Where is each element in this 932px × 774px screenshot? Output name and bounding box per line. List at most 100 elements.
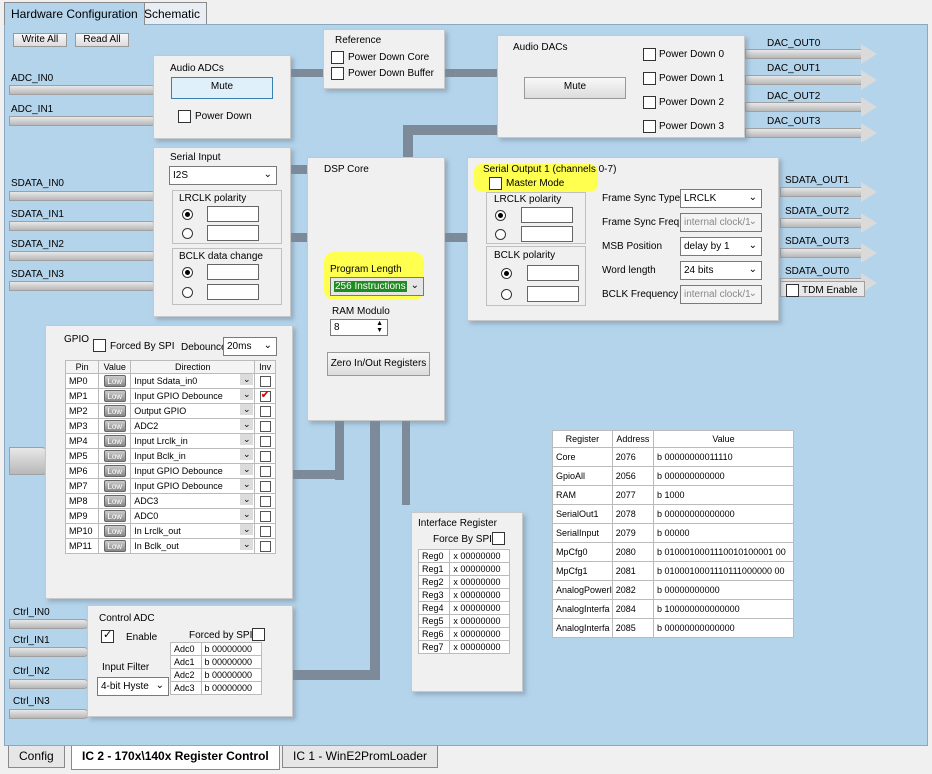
tab-config[interactable]: Config [8, 746, 65, 768]
gpio-inv-checkbox[interactable] [259, 375, 271, 387]
so-bclk-rising-radio[interactable] [501, 289, 512, 300]
reg-name: Reg2 [417, 575, 451, 589]
gpio-inv [254, 523, 276, 539]
interface-force-spi-checkbox[interactable] [492, 532, 505, 545]
ram-modulo-spinner[interactable]: 8 ▲ ▼ [330, 319, 388, 336]
serial-input-format-select[interactable]: I2S ⌄ [169, 166, 277, 185]
gpio-inv-checkbox[interactable] [259, 450, 271, 462]
debounce-select[interactable]: 20ms ⌄ [223, 337, 277, 356]
tdm-enable-checkbox[interactable] [786, 284, 799, 297]
gpio-low-button[interactable]: Low [103, 540, 126, 552]
power-down-buffer-checkbox[interactable] [331, 67, 344, 80]
gpio-low-button[interactable]: Low [103, 390, 126, 402]
dac-power-down-2-checkbox[interactable] [643, 96, 656, 109]
gpio-direction-select[interactable]: Input Lrclk_in ⌄ [130, 433, 256, 449]
gpio-inv [254, 538, 276, 554]
gpio-low-button[interactable]: Low [103, 450, 126, 462]
so-bclk-falling-radio[interactable] [501, 268, 512, 279]
read-all-button[interactable]: Read All [75, 33, 129, 47]
program-length-select[interactable]: 256 Instructions ⌄ [330, 277, 424, 296]
zero-registers-button[interactable]: Zero In/Out Registers [327, 352, 430, 376]
gpio-direction-select[interactable]: Input Sdata_in0 ⌄ [130, 373, 256, 389]
so-field-select[interactable]: delay by 1 ⌄ [680, 237, 762, 256]
adc-power-down-checkbox[interactable] [178, 110, 191, 123]
write-all-button[interactable]: Write All [13, 33, 67, 47]
select-value: 20ms [227, 341, 252, 352]
dac-power-down-1-checkbox[interactable] [643, 72, 656, 85]
power-down-core-checkbox[interactable] [331, 51, 344, 64]
register-name: SerialOut1 [552, 504, 613, 524]
bclk-rising-radio[interactable] [182, 287, 193, 298]
register-value: b 00000000000000 [653, 504, 794, 524]
gpio-direction-select[interactable]: In Bclk_out ⌄ [130, 538, 256, 554]
gpio-forced-spi-checkbox[interactable] [93, 339, 106, 352]
gpio-direction-select[interactable]: Input GPIO Debounce ⌄ [130, 478, 256, 494]
tab-schematic[interactable]: Schematic [137, 2, 208, 24]
gpio-low-button[interactable]: Low [103, 480, 126, 492]
gpio-low-button[interactable]: Low [103, 420, 126, 432]
gpio-direction-select[interactable]: In Lrclk_out ⌄ [130, 523, 256, 539]
lrclk-inverted-radio[interactable] [182, 228, 193, 239]
gpio-low-button[interactable]: Low [103, 525, 126, 537]
gpio-inv-checkbox[interactable] [259, 525, 271, 537]
gpio-inv-checkbox[interactable] [259, 480, 271, 492]
dac-power-down-0-checkbox[interactable] [643, 48, 656, 61]
so-lrclk-inverted-radio[interactable] [495, 229, 506, 240]
reg-name: Reg4 [417, 601, 451, 615]
gpio-direction-select[interactable]: ADC0 ⌄ [130, 508, 256, 524]
tab-hardware-configuration[interactable]: Hardware Configuration [4, 2, 145, 25]
gpio-inv-checkbox[interactable] [259, 405, 271, 417]
ram-modulo-label: RAM Modulo [332, 306, 390, 317]
so-field-label: Frame Sync Type [602, 193, 681, 204]
select-value: ADC2 [134, 421, 159, 431]
so-field-select[interactable]: 24 bits ⌄ [680, 261, 762, 280]
gpio-direction-select[interactable]: Input GPIO Debounce ⌄ [130, 463, 256, 479]
gpio-inv-checkbox[interactable] [259, 465, 271, 477]
input-filter-select[interactable]: 4-bit Hyste ⌄ [97, 677, 169, 696]
control-adc-enable-checkbox[interactable]: ✓ [101, 629, 114, 643]
gpio-direction-select[interactable]: Input GPIO Debounce ⌄ [130, 388, 256, 404]
so-field-select[interactable]: LRCLK ⌄ [680, 189, 762, 208]
reference-title: Reference [335, 35, 382, 46]
bclk-falling-radio[interactable] [182, 267, 193, 278]
chevron-down-icon: ⌄ [240, 419, 254, 430]
gpio-direction-select[interactable]: ADC2 ⌄ [130, 418, 256, 434]
bclk-data-change-label: BCLK data change [179, 251, 263, 262]
gpio-direction-select[interactable]: Output GPIO ⌄ [130, 403, 256, 419]
dac-mute-button[interactable]: Mute [524, 77, 626, 99]
table-row: Reg7 x 00000000 [417, 640, 510, 654]
gpio-pin: MP7 [64, 478, 100, 494]
so-lrclk-normal-radio[interactable] [495, 210, 506, 221]
tab-ic2-register-control[interactable]: IC 2 - 170x\140x Register Control [71, 746, 280, 770]
lrclk-normal-radio[interactable] [182, 209, 193, 220]
dac-power-down-3-checkbox[interactable] [643, 120, 656, 133]
master-mode-checkbox[interactable] [489, 177, 502, 190]
gpio-low-button[interactable]: Low [103, 375, 126, 387]
gpio-low-button[interactable]: Low [103, 465, 126, 477]
gpio-inv-checkbox[interactable] [259, 510, 271, 522]
gpio-direction-select[interactable]: ADC3 ⌄ [130, 493, 256, 509]
gpio-low-button[interactable]: Low [103, 435, 126, 447]
gpio-low-button[interactable]: Low [103, 405, 126, 417]
gpio-value: Low [98, 508, 132, 524]
lrclk-inverted-waveform-icon [207, 225, 259, 241]
gpio-low-button[interactable]: Low [103, 510, 126, 522]
output-label: DAC_OUT0 [767, 38, 821, 49]
select-value: Input GPIO Debounce [134, 481, 223, 491]
gpio-inv-checkbox[interactable] [259, 540, 271, 552]
control-adc-forced-spi-checkbox[interactable] [252, 628, 265, 641]
dsp-core-panel: DSP Core Program Length 256 Instructions… [307, 157, 445, 421]
gpio-inv-checkbox[interactable] [259, 420, 271, 432]
gpio-low-button[interactable]: Low [103, 495, 126, 507]
gpio-inv-checkbox[interactable] [259, 435, 271, 447]
gpio-direction-select[interactable]: Input Bclk_in ⌄ [130, 448, 256, 464]
gpio-inv-checkbox[interactable] [259, 495, 271, 507]
tab-ic1-e2promloader[interactable]: IC 1 - WinE2PromLoader [282, 746, 439, 768]
select-value: LRCLK [684, 193, 717, 204]
bclk-rising-waveform-icon [207, 284, 259, 300]
control-adc-enable-label: Enable [126, 632, 158, 643]
reg-name: Reg3 [417, 588, 451, 602]
output-label: SDATA_OUT0 [785, 266, 850, 277]
gpio-inv-checkbox[interactable]: ✔ [259, 390, 271, 402]
adc-mute-button[interactable]: Mute [171, 77, 273, 99]
